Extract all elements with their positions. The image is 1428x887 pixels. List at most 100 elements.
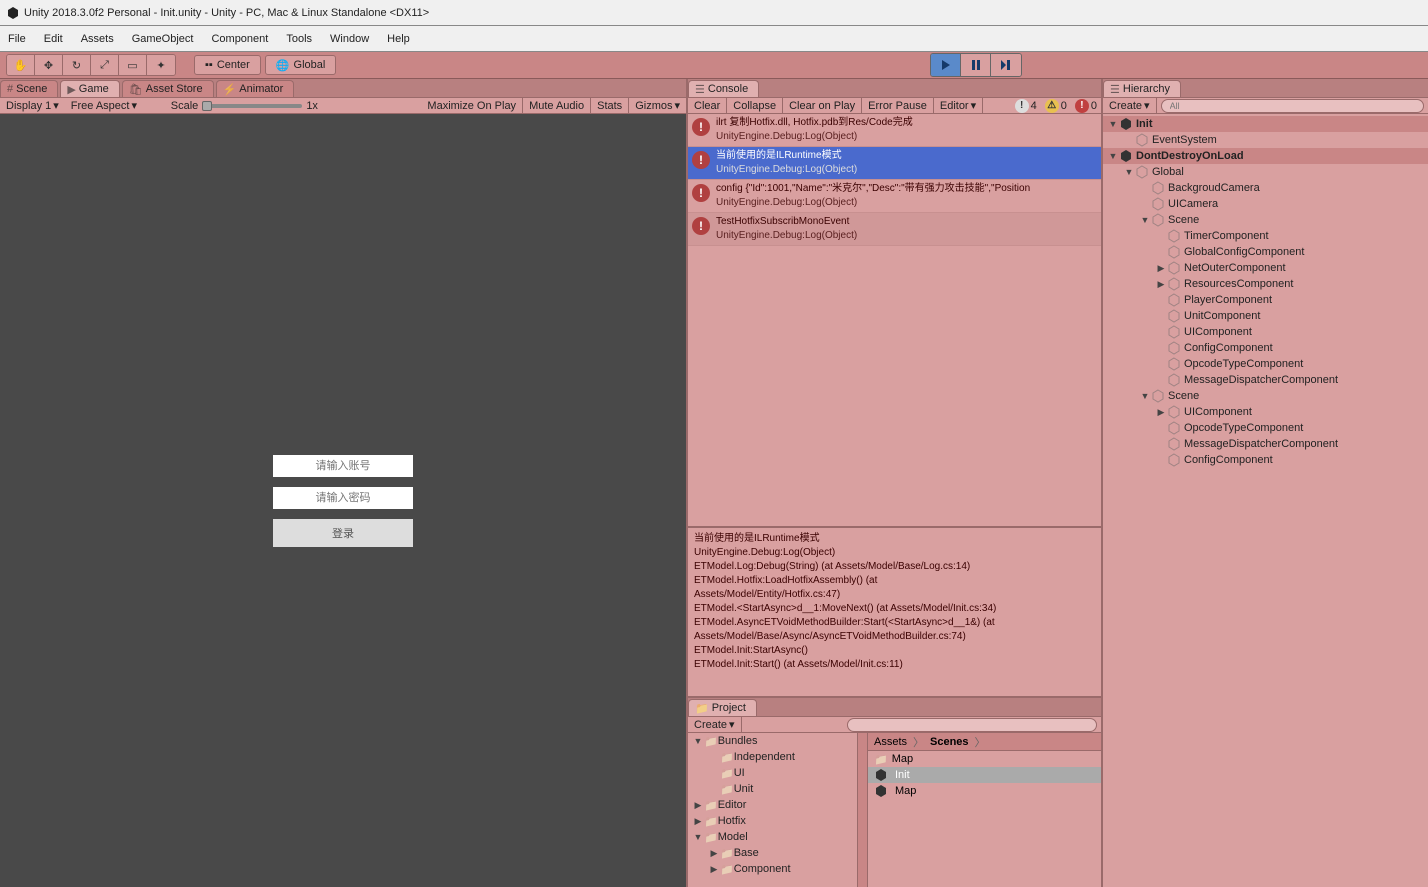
project-folder[interactable]: ▼ Model xyxy=(688,829,857,845)
collapse-toggle[interactable]: Collapse xyxy=(727,98,783,113)
tab-console[interactable]: ☰Console xyxy=(688,80,759,97)
project-folder[interactable]: ▶ Hotfix xyxy=(688,813,857,829)
tab-hierarchy[interactable]: ☰Hierarchy xyxy=(1103,80,1181,97)
console-detail[interactable]: 当前使用的是ILRuntime模式 UnityEngine.Debug:Log(… xyxy=(688,526,1101,696)
gizmos-dropdown[interactable]: Gizmos▾ xyxy=(629,98,686,113)
foldout-icon[interactable]: ▶ xyxy=(1155,279,1167,290)
space-toggle[interactable]: 🌐 Global xyxy=(265,55,337,75)
move-tool[interactable]: ✥ xyxy=(35,55,63,75)
hierarchy-search[interactable] xyxy=(1161,99,1424,113)
hierarchy-create-dropdown[interactable]: Create▾ xyxy=(1103,98,1157,113)
step-button[interactable] xyxy=(991,54,1021,76)
foldout-icon[interactable]: ▶ xyxy=(1155,407,1167,418)
menu-tools[interactable]: Tools xyxy=(286,33,312,45)
info-count[interactable]: !4 xyxy=(1011,99,1041,113)
project-search[interactable] xyxy=(847,718,1097,732)
project-folder[interactable]: ▼ Bundles xyxy=(688,733,857,749)
breadcrumb-item[interactable]: Scenes xyxy=(930,736,969,748)
hierarchy-item[interactable]: ▼Scene xyxy=(1103,388,1428,404)
scale-tool[interactable]: ⤢ xyxy=(91,55,119,75)
project-folder[interactable]: ▶ Base xyxy=(688,845,857,861)
rect-tool[interactable]: ▭ xyxy=(119,55,147,75)
foldout-icon[interactable]: ▶ xyxy=(692,816,704,827)
menu-window[interactable]: Window xyxy=(330,33,369,45)
console-entry[interactable]: !ilrt 复制Hotfix.dll, Hotfix.pdb到Res/Code完… xyxy=(688,114,1101,147)
menu-help[interactable]: Help xyxy=(387,33,410,45)
rotate-tool[interactable]: ↻ xyxy=(63,55,91,75)
hierarchy-item[interactable]: ▶ResourcesComponent xyxy=(1103,276,1428,292)
hierarchy-item[interactable]: MessageDispatcherComponent xyxy=(1103,436,1428,452)
pivot-toggle[interactable]: ▪▪ Center xyxy=(194,55,261,75)
menu-edit[interactable]: Edit xyxy=(44,33,63,45)
hierarchy-item[interactable]: ConfigComponent xyxy=(1103,452,1428,468)
foldout-icon[interactable]: ▶ xyxy=(692,800,704,811)
project-folder[interactable]: ▶ Component xyxy=(688,861,857,877)
console-entry[interactable]: !当前使用的是ILRuntime模式UnityEngine.Debug:Log(… xyxy=(688,147,1101,180)
asset-item[interactable]: Map xyxy=(868,783,1101,799)
hierarchy-item[interactable]: UnitComponent xyxy=(1103,308,1428,324)
foldout-icon[interactable]: ▼ xyxy=(1139,215,1151,225)
error-pause-toggle[interactable]: Error Pause xyxy=(862,98,934,113)
scale-slider[interactable] xyxy=(202,104,302,108)
foldout-icon[interactable]: ▼ xyxy=(692,832,704,842)
hierarchy-item[interactable]: ▼Init xyxy=(1103,116,1428,132)
hierarchy-item[interactable]: ▶UIComponent xyxy=(1103,404,1428,420)
tab-asset-store[interactable]: 🛍Asset Store xyxy=(122,80,214,97)
menu-component[interactable]: Component xyxy=(211,33,268,45)
project-create-dropdown[interactable]: Create▾ xyxy=(688,717,742,732)
console-entry[interactable]: !config {"Id":1001,"Name":"米克尔","Desc":"… xyxy=(688,180,1101,213)
menu-gameobject[interactable]: GameObject xyxy=(132,33,194,45)
hierarchy-item[interactable]: ▶NetOuterComponent xyxy=(1103,260,1428,276)
hierarchy-item[interactable]: PlayerComponent xyxy=(1103,292,1428,308)
project-folder[interactable]: Unit xyxy=(688,781,857,797)
foldout-icon[interactable]: ▼ xyxy=(1123,167,1135,177)
warn-count[interactable]: ⚠0 xyxy=(1041,99,1071,113)
aspect-dropdown[interactable]: Free Aspect▾ xyxy=(65,99,165,112)
project-folder[interactable]: ▶ Editor xyxy=(688,797,857,813)
console-entry[interactable]: !TestHotfixSubscribMonoEventUnityEngine.… xyxy=(688,213,1101,246)
tab-animator[interactable]: ⚡Animator xyxy=(216,80,295,97)
tab-project[interactable]: 📁Project xyxy=(688,699,757,716)
hierarchy-item[interactable]: EventSystem xyxy=(1103,132,1428,148)
hierarchy-item[interactable]: GlobalConfigComponent xyxy=(1103,244,1428,260)
hierarchy-item[interactable]: OpcodeTypeComponent xyxy=(1103,356,1428,372)
project-scroll[interactable] xyxy=(858,733,868,887)
foldout-icon[interactable]: ▼ xyxy=(692,736,704,746)
display-dropdown[interactable]: Display 1▾ xyxy=(0,99,65,112)
menu-file[interactable]: File xyxy=(8,33,26,45)
foldout-icon[interactable]: ▶ xyxy=(708,864,720,875)
hierarchy-item[interactable]: MessageDispatcherComponent xyxy=(1103,372,1428,388)
error-count[interactable]: !0 xyxy=(1071,99,1101,113)
login-button[interactable]: 登录 xyxy=(273,519,413,547)
hierarchy-item[interactable]: TimerComponent xyxy=(1103,228,1428,244)
foldout-icon[interactable]: ▼ xyxy=(1107,119,1119,129)
pause-button[interactable] xyxy=(961,54,991,76)
editor-dropdown[interactable]: Editor▾ xyxy=(934,98,983,113)
foldout-icon[interactable]: ▶ xyxy=(1155,263,1167,274)
clear-on-play-toggle[interactable]: Clear on Play xyxy=(783,98,862,113)
tab-scene[interactable]: #Scene xyxy=(0,80,58,97)
hierarchy-item[interactable]: ▼DontDestroyOnLoad xyxy=(1103,148,1428,164)
project-folder[interactable]: UI xyxy=(688,765,857,781)
menu-assets[interactable]: Assets xyxy=(81,33,114,45)
hierarchy-item[interactable]: BackgroudCamera xyxy=(1103,180,1428,196)
hierarchy-item[interactable]: UIComponent xyxy=(1103,324,1428,340)
project-folder[interactable]: Independent xyxy=(688,749,857,765)
asset-item[interactable]: Init xyxy=(868,767,1101,783)
maximize-toggle[interactable]: Maximize On Play xyxy=(421,98,523,113)
hierarchy-item[interactable]: UICamera xyxy=(1103,196,1428,212)
password-input[interactable] xyxy=(273,487,413,509)
tab-game[interactable]: ▶Game xyxy=(60,80,119,97)
clear-button[interactable]: Clear xyxy=(688,98,727,113)
hierarchy-item[interactable]: ▼Scene xyxy=(1103,212,1428,228)
hierarchy-item[interactable]: ▼Global xyxy=(1103,164,1428,180)
username-input[interactable] xyxy=(273,455,413,477)
hand-tool[interactable]: ✋ xyxy=(7,55,35,75)
mute-toggle[interactable]: Mute Audio xyxy=(523,98,591,113)
foldout-icon[interactable]: ▼ xyxy=(1139,391,1151,401)
transform-tool[interactable]: ✦ xyxy=(147,55,175,75)
asset-item[interactable]: Map xyxy=(868,751,1101,767)
hierarchy-item[interactable]: ConfigComponent xyxy=(1103,340,1428,356)
play-button[interactable] xyxy=(931,54,961,76)
breadcrumb-item[interactable]: Assets xyxy=(874,736,907,748)
